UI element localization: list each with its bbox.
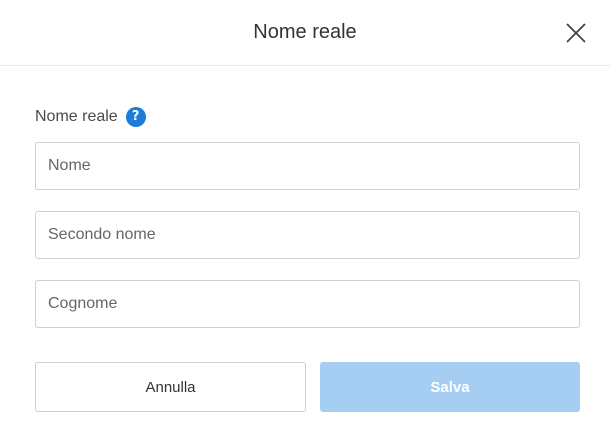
save-button[interactable]: Salva [320, 362, 580, 412]
field-label-row: Nome reale ? [35, 105, 146, 129]
dialog-title: Nome reale [253, 21, 357, 43]
middle-name-input[interactable] [35, 211, 580, 259]
field-label: Nome reale [35, 108, 118, 125]
real-name-dialog: Nome reale Nome reale ? Annulla Salva [0, 0, 610, 424]
close-button[interactable] [563, 20, 589, 46]
first-name-input[interactable] [35, 142, 580, 190]
last-name-input[interactable] [35, 280, 580, 328]
dialog-header: Nome reale [0, 0, 610, 66]
cancel-button[interactable]: Annulla [35, 362, 306, 412]
help-icon[interactable]: ? [125, 107, 146, 127]
close-icon [566, 23, 586, 43]
